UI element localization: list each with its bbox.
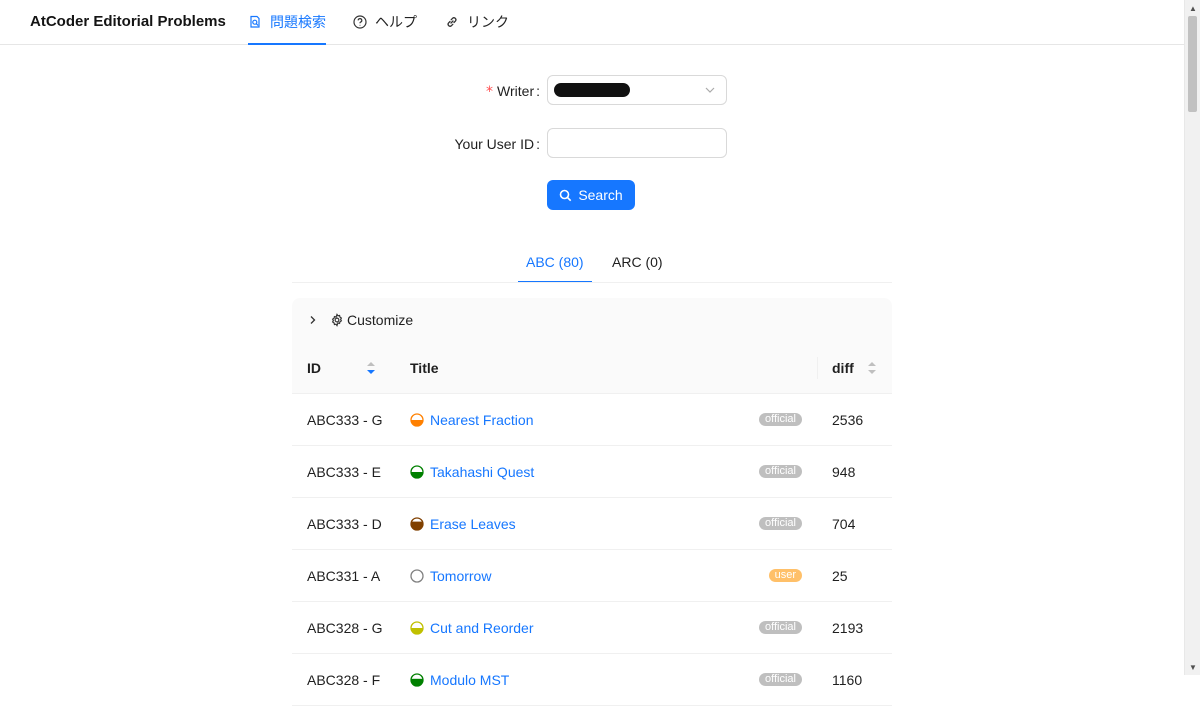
editorial-badge: official bbox=[759, 517, 802, 530]
editorial-badge: official bbox=[759, 465, 802, 478]
table-row: ABC333 - G Nearest Fraction official 2536 bbox=[292, 394, 892, 446]
editorial-badge-cell: official bbox=[759, 498, 802, 549]
editorial-badge-cell: official bbox=[759, 602, 802, 653]
brand-title[interactable]: AtCoder Editorial Problems bbox=[30, 13, 226, 30]
difficulty-circle-icon bbox=[410, 568, 424, 583]
problem-link[interactable]: Erase Leaves bbox=[430, 516, 516, 532]
problem-title-cell: Tomorrow bbox=[410, 550, 491, 601]
required-mark: * bbox=[486, 84, 494, 100]
problem-id: ABC333 - G bbox=[307, 411, 383, 428]
customize-label: Customize bbox=[347, 312, 414, 328]
sort-icon[interactable] bbox=[867, 361, 877, 375]
chevron-down-icon bbox=[705, 87, 715, 93]
nav-label: リンク bbox=[467, 14, 509, 30]
nav-label: ヘルプ bbox=[375, 14, 417, 30]
link-icon bbox=[447, 17, 457, 27]
nav-label: 問題検索 bbox=[270, 14, 326, 30]
problem-id: ABC331 - A bbox=[307, 567, 381, 584]
writer-select[interactable] bbox=[547, 75, 727, 105]
problem-id: ABC333 - E bbox=[307, 463, 381, 480]
editorial-badge-cell: user bbox=[768, 550, 802, 601]
user-id-label: Your User ID: bbox=[454, 136, 540, 152]
problem-link[interactable]: Tomorrow bbox=[430, 568, 491, 584]
editorial-badge-cell: official bbox=[759, 394, 802, 445]
table-row: ABC333 - E Takahashi Quest official 948 bbox=[292, 446, 892, 498]
sort-icon[interactable] bbox=[366, 361, 376, 375]
column-header-id[interactable]: ID bbox=[307, 342, 321, 393]
column-header-diff[interactable]: diff bbox=[832, 342, 854, 393]
question-circle-icon bbox=[353, 15, 367, 29]
table-body: ABC333 - G Nearest Fraction official 2536 AB… bbox=[292, 394, 892, 706]
user-id-input[interactable] bbox=[547, 128, 727, 158]
problem-difficulty: 704 bbox=[832, 515, 856, 532]
problem-link[interactable]: Nearest Fraction bbox=[430, 412, 533, 428]
problem-link[interactable]: Cut and Reorder bbox=[430, 620, 534, 636]
problems-table: Customize ID Title diff ABC333 - G Neares… bbox=[292, 298, 892, 706]
search-button-label: Search bbox=[578, 187, 623, 203]
problem-difficulty: 2193 bbox=[832, 619, 864, 636]
nav-problem-search[interactable]: 問題検索 bbox=[248, 0, 326, 45]
editorial-badge: official bbox=[759, 621, 802, 634]
table-row: ABC328 - F Modulo MST official 1160 bbox=[292, 654, 892, 706]
gear-icon bbox=[331, 313, 343, 327]
editorial-badge-cell: official bbox=[759, 654, 802, 705]
tab-arc[interactable]: ARC (0) bbox=[612, 252, 663, 282]
problem-link[interactable]: Takahashi Quest bbox=[430, 464, 534, 480]
problem-difficulty: 948 bbox=[832, 463, 856, 480]
problem-difficulty: 1160 bbox=[832, 671, 863, 688]
scroll-down-icon[interactable]: ▼ bbox=[1185, 659, 1200, 675]
tab-abc[interactable]: ABC (80) bbox=[518, 252, 592, 283]
redacted-writer-value bbox=[554, 83, 630, 97]
search-button[interactable]: Search bbox=[547, 180, 635, 210]
difficulty-circle-icon bbox=[410, 516, 424, 531]
search-icon bbox=[560, 189, 572, 201]
problem-title-cell: Nearest Fraction bbox=[410, 394, 533, 445]
top-nav-bar: AtCoder Editorial Problems 問題検索 ヘルプ リンク bbox=[0, 0, 1184, 45]
table-row: ABC333 - D Erase Leaves official 704 bbox=[292, 498, 892, 550]
problem-title-cell: Erase Leaves bbox=[410, 498, 516, 549]
nav-links[interactable]: リンク bbox=[445, 0, 509, 44]
scroll-up-icon[interactable]: ▲ bbox=[1185, 0, 1200, 16]
difficulty-circle-icon bbox=[410, 464, 424, 479]
problem-id: ABC328 - G bbox=[307, 619, 383, 636]
table-row: ABC331 - A Tomorrow user 25 bbox=[292, 550, 892, 602]
problem-title-cell: Modulo MST bbox=[410, 654, 509, 705]
problem-difficulty: 25 bbox=[832, 567, 848, 584]
chevron-right-icon bbox=[310, 316, 316, 324]
problem-id: ABC328 - F bbox=[307, 671, 381, 688]
editorial-badge-cell: official bbox=[759, 446, 802, 497]
column-header-title: Title bbox=[410, 359, 439, 376]
page-scrollbar[interactable]: ▲ ▼ bbox=[1184, 0, 1200, 675]
difficulty-circle-icon bbox=[410, 412, 424, 427]
nav-help[interactable]: ヘルプ bbox=[353, 0, 417, 44]
scroll-thumb[interactable] bbox=[1188, 16, 1197, 112]
table-row: ABC328 - G Cut and Reorder official 2193 bbox=[292, 602, 892, 654]
writer-label: * Writer: bbox=[486, 83, 540, 100]
tabs-divider bbox=[292, 282, 892, 283]
problem-link[interactable]: Modulo MST bbox=[430, 672, 509, 688]
problem-difficulty: 2536 bbox=[832, 411, 864, 428]
editorial-badge: user bbox=[768, 569, 802, 582]
problem-title-cell: Takahashi Quest bbox=[410, 446, 534, 497]
problem-id: ABC333 - D bbox=[307, 515, 382, 532]
table-header: ID Title diff bbox=[292, 342, 892, 394]
difficulty-circle-icon bbox=[410, 620, 424, 635]
search-doc-icon bbox=[250, 15, 260, 28]
editorial-badge: official bbox=[759, 413, 802, 426]
column-divider bbox=[817, 357, 818, 379]
customize-panel-header[interactable]: Customize bbox=[292, 298, 892, 342]
problem-title-cell: Cut and Reorder bbox=[410, 602, 534, 653]
